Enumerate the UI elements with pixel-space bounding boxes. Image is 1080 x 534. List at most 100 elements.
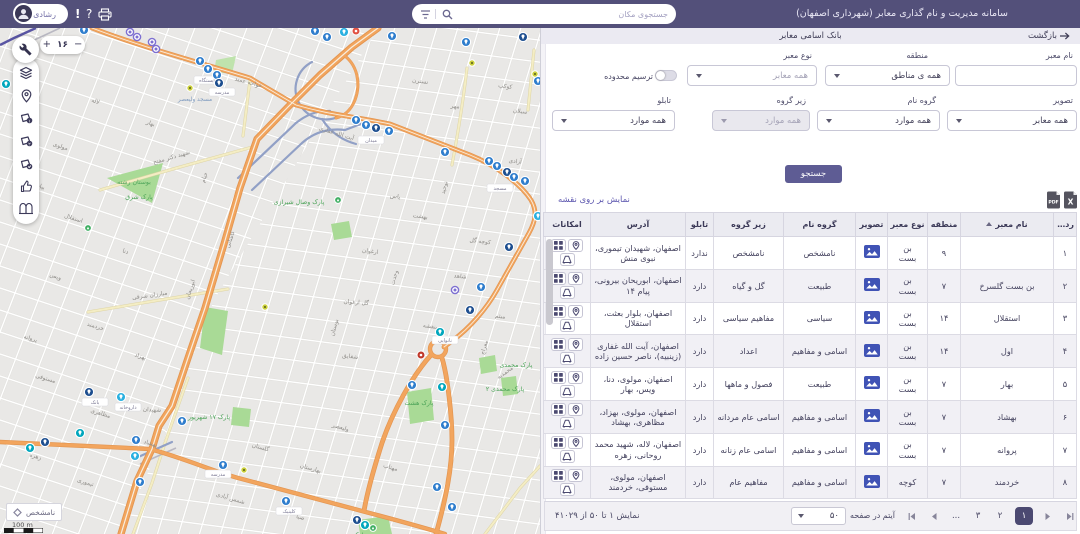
column-header[interactable]: امکانات xyxy=(544,213,591,237)
map-marker-pin[interactable] xyxy=(84,387,93,396)
column-header[interactable]: منطقه xyxy=(928,213,961,237)
print-button[interactable] xyxy=(98,0,112,28)
row-grid-button[interactable] xyxy=(551,436,566,449)
avatar[interactable] xyxy=(13,3,34,24)
street-type-select[interactable]: همه معابر xyxy=(687,65,817,86)
page-first-button[interactable] xyxy=(905,507,919,525)
row-grid-button[interactable] xyxy=(551,469,566,482)
row-grid-button[interactable] xyxy=(551,371,566,384)
map-marker-pin[interactable] xyxy=(351,115,360,124)
row-grid-button[interactable] xyxy=(551,338,566,351)
column-header[interactable]: نام معبر xyxy=(961,213,1054,237)
column-header[interactable]: تابلو xyxy=(686,213,714,237)
map-marker-pin[interactable] xyxy=(360,520,369,529)
row-locate-button[interactable] xyxy=(568,338,583,351)
map-marker-pin[interactable] xyxy=(310,28,319,36)
cell-image[interactable] xyxy=(856,269,888,302)
map-marker-pin[interactable] xyxy=(371,123,380,132)
cell-image[interactable] xyxy=(856,400,888,433)
map-marker-transit[interactable] xyxy=(451,286,458,293)
name-group-select[interactable]: همه موارد xyxy=(817,110,940,131)
zoom-out-button[interactable]: − xyxy=(71,37,85,53)
map-marker-transit[interactable] xyxy=(126,28,133,35)
map-marker-pin[interactable] xyxy=(440,420,449,429)
draw-area-toggle[interactable] xyxy=(655,70,677,81)
map-marker-pin[interactable] xyxy=(432,482,441,491)
row-locate-button[interactable] xyxy=(568,371,583,384)
map-marker-pin[interactable] xyxy=(116,392,125,401)
map-marker-dot[interactable] xyxy=(262,304,268,310)
row-grid-button[interactable] xyxy=(551,403,566,416)
page-number-button[interactable]: ۳ xyxy=(971,507,985,525)
sign-select[interactable]: همه موارد xyxy=(552,110,675,131)
cell-image[interactable] xyxy=(856,466,888,499)
map-marker-pin[interactable] xyxy=(1,79,10,88)
table-row[interactable]: ۲بن بست گلسرخ۷بن بستطبیعتگل و گیاهدارداص… xyxy=(544,269,1077,302)
export-pdf-button[interactable]: PDF xyxy=(1046,191,1061,213)
map-marker-transit[interactable] xyxy=(133,33,140,40)
table-row[interactable]: ۱۹بن بستنامشخصنامشخصندارداصفهان، شهیدان … xyxy=(544,237,1077,270)
tag-badge-1-icon[interactable]: ۱ xyxy=(18,110,34,126)
table-row[interactable]: ۷پروانه۷بن بستاسامی و مفاهیماسامی عام زن… xyxy=(544,433,1077,466)
layers-icon[interactable] xyxy=(18,65,34,81)
bridge-icon[interactable] xyxy=(18,201,34,217)
export-excel-button[interactable]: X xyxy=(1063,191,1078,213)
map-marker-green[interactable] xyxy=(85,225,92,232)
map-marker-pin[interactable] xyxy=(440,147,449,156)
map-marker-red[interactable] xyxy=(352,28,360,35)
map-marker-pin[interactable] xyxy=(203,64,212,73)
row-locate-button[interactable] xyxy=(568,469,583,482)
per-page-select[interactable]: ۵۰ xyxy=(791,507,846,525)
map-marker-pin[interactable] xyxy=(130,451,139,460)
column-header[interactable]: زیر گروه xyxy=(714,213,784,237)
map-marker-pin[interactable] xyxy=(518,32,527,41)
page-number-button[interactable]: ۱ xyxy=(1015,507,1033,525)
map-marker-pin[interactable] xyxy=(533,76,541,85)
column-header[interactable]: نوع معبر xyxy=(888,213,928,237)
row-locate-button[interactable] xyxy=(568,436,583,449)
row-grid-button[interactable] xyxy=(551,272,566,285)
map-marker-pin[interactable] xyxy=(437,382,446,391)
tag-badge-2-icon[interactable]: ۲ xyxy=(18,133,34,149)
thumbs-up-icon[interactable] xyxy=(18,178,34,194)
row-grid-button[interactable] xyxy=(551,239,566,252)
cell-image[interactable] xyxy=(856,368,888,401)
row-sign-button[interactable] xyxy=(560,483,575,496)
location-pin-icon[interactable] xyxy=(18,88,34,104)
column-header[interactable]: گروه نام xyxy=(784,213,856,237)
map-marker-dot[interactable] xyxy=(469,60,475,66)
cell-image[interactable] xyxy=(856,302,888,335)
page-last-button[interactable] xyxy=(1063,507,1077,525)
table-row[interactable]: ۵بهار۷بن بستطبیعتفصول و ماههادارداصفهان،… xyxy=(544,368,1077,401)
tag-check-icon[interactable] xyxy=(18,156,34,172)
row-sign-button[interactable] xyxy=(560,450,575,463)
row-sign-button[interactable] xyxy=(560,352,575,365)
table-row[interactable]: ۸خردمند۷کوچهاسامی و مفاهیممفاهیم عامدارد… xyxy=(544,466,1077,499)
row-locate-button[interactable] xyxy=(568,272,583,285)
map-marker-pin[interactable] xyxy=(218,460,227,469)
map-marker-pin[interactable] xyxy=(322,32,331,41)
table-row[interactable]: ۶بهشاد۷بن بستاسامی و مفاهیماسامی عام مرد… xyxy=(544,400,1077,433)
image-select[interactable]: همه معابر xyxy=(947,110,1077,131)
map-marker-pin[interactable] xyxy=(461,37,470,46)
search-button[interactable]: جستجو xyxy=(785,165,842,183)
row-sign-button[interactable] xyxy=(560,385,575,398)
map-marker-pin[interactable] xyxy=(131,435,140,444)
map-marker-transit[interactable] xyxy=(148,38,155,45)
map-marker-pin[interactable] xyxy=(509,172,518,181)
row-grid-button[interactable] xyxy=(551,305,566,318)
place-search-box[interactable] xyxy=(412,4,676,24)
page-number-button[interactable]: ۲ xyxy=(993,507,1007,525)
page-ellipsis[interactable]: ... xyxy=(949,507,963,525)
alerts-button[interactable]: ! xyxy=(75,0,80,28)
row-sign-button[interactable] xyxy=(560,286,575,299)
row-locate-button[interactable] xyxy=(568,403,583,416)
row-sign-button[interactable] xyxy=(560,319,575,332)
map-marker-pin[interactable] xyxy=(339,28,348,37)
table-row[interactable]: ۳استقلال۱۴بن بستسیاسیمفاهیم سیاسیدارداصف… xyxy=(544,302,1077,335)
map-marker-pin[interactable] xyxy=(504,242,513,251)
map-marker-pin[interactable] xyxy=(214,78,223,87)
map-settings-button[interactable] xyxy=(12,36,39,63)
row-locate-button[interactable] xyxy=(568,239,583,252)
column-header[interactable]: آدرس xyxy=(591,213,686,237)
